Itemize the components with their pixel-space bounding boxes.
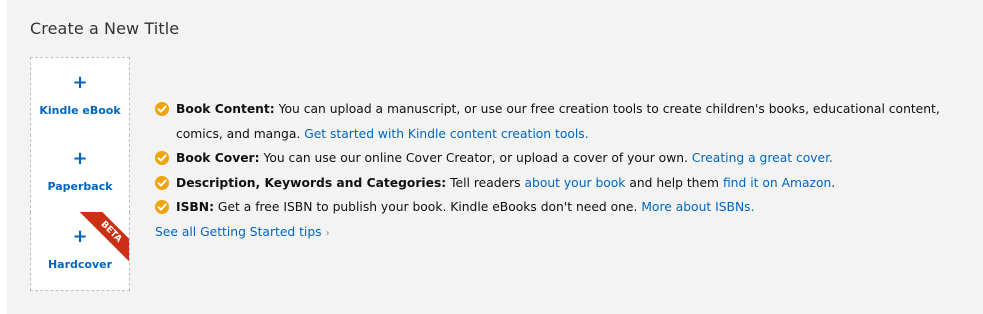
- kindle-ebook-tile[interactable]: + Kindle eBook: [30, 57, 130, 136]
- page-title: Create a New Title: [30, 19, 180, 38]
- tip-text: .: [831, 175, 836, 190]
- great-cover-link[interactable]: Creating a great cover.: [692, 151, 833, 165]
- about-your-book-link[interactable]: about your book: [525, 176, 626, 190]
- check-circle-icon: [155, 175, 169, 190]
- tip-text: You can use our online Cover Creator, or…: [259, 151, 692, 165]
- kindle-creation-tools-link[interactable]: Get started with Kindle content creation…: [304, 127, 588, 141]
- tip-heading: Book Cover:: [176, 151, 260, 165]
- tip-description-keywords: Description, Keywords and Categories: Te…: [155, 171, 955, 196]
- more-about-isbns-link[interactable]: More about ISBNs.: [641, 200, 754, 214]
- tip-text: Tell readers: [446, 175, 525, 190]
- find-on-amazon-link[interactable]: find it on Amazon: [723, 176, 831, 190]
- chevron-right-icon: ›: [325, 227, 330, 239]
- plus-icon: +: [72, 226, 88, 247]
- kindle-ebook-label: Kindle eBook: [39, 104, 121, 117]
- check-circle-icon: [155, 200, 169, 214]
- format-tiles: + Kindle eBook + Paperback BETA + Hardco…: [30, 57, 130, 291]
- see-all-tips: See all Getting Started tips ›: [155, 220, 955, 247]
- paperback-label: Paperback: [47, 180, 113, 193]
- tip-text: and help them: [625, 175, 723, 190]
- plus-icon: +: [72, 72, 88, 93]
- tip-heading: ISBN:: [176, 200, 215, 214]
- plus-icon: +: [72, 148, 88, 169]
- check-circle-icon: [155, 102, 169, 116]
- see-all-tips-link[interactable]: See all Getting Started tips: [155, 225, 322, 239]
- tip-heading: Description, Keywords and Categories:: [176, 175, 447, 190]
- getting-started-tips: Book Content: You can upload a manuscrip…: [155, 97, 955, 246]
- tip-book-cover: Book Cover: You can use our online Cover…: [155, 146, 955, 171]
- tip-heading: Book Content:: [176, 102, 275, 116]
- tip-book-content: Book Content: You can upload a manuscrip…: [155, 97, 955, 146]
- hardcover-tile[interactable]: BETA + Hardcover: [30, 212, 130, 291]
- hardcover-label: Hardcover: [47, 258, 113, 271]
- tip-isbn: ISBN: Get a free ISBN to publish your bo…: [155, 195, 955, 220]
- check-circle-icon: [155, 151, 169, 165]
- paperback-tile[interactable]: + Paperback: [30, 134, 130, 213]
- tip-text: Get a free ISBN to publish your book. Ki…: [214, 200, 642, 214]
